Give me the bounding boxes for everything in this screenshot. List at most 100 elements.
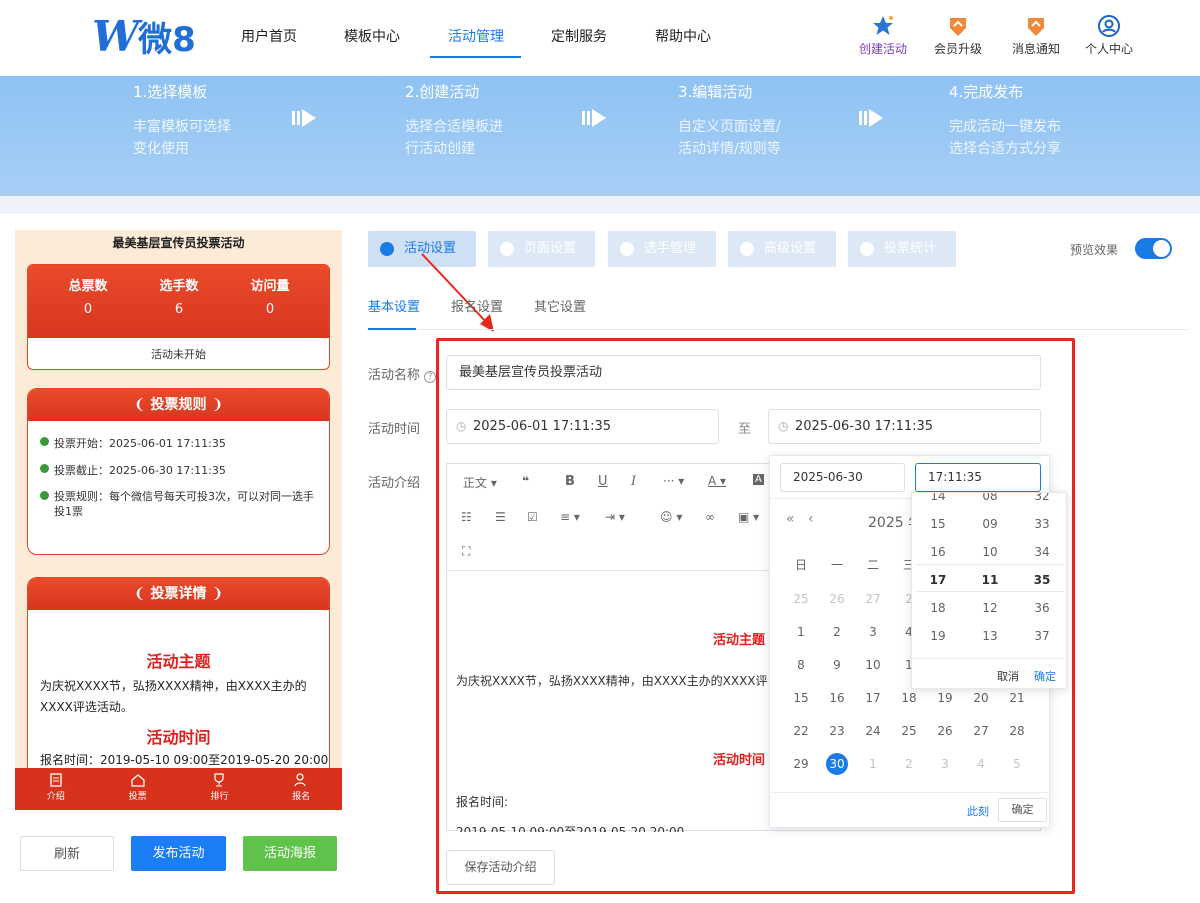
refresh-button[interactable]: 刷新 — [20, 836, 114, 871]
bell-badge-icon — [1028, 18, 1044, 36]
member-upgrade-button[interactable]: 会员升级 — [923, 14, 993, 57]
tab-label: 投票 — [128, 792, 147, 802]
preview-title: 最美基层宣传员投票活动 — [112, 236, 245, 250]
nav-active-indicator — [430, 56, 521, 58]
rules-title: ❨ 投票规则 ❩ — [28, 389, 329, 421]
stat-value: 0 — [83, 302, 93, 317]
create-activity-label: 创建活动 — [858, 42, 907, 56]
nav-home[interactable]: 用户首页 — [241, 26, 297, 46]
heart-icon — [380, 242, 394, 256]
detail-heading: 活动主题 — [146, 652, 211, 671]
details-card: ❨ 投票详情 ❩ 活动主题 为庆祝XXXX节，弘扬XXXX精神，由XXXX主办的… — [27, 577, 330, 777]
subtab-active-indicator — [368, 328, 416, 330]
help-icon[interactable]: ? — [424, 371, 437, 383]
subtab-divider — [368, 329, 1188, 330]
step-title: 4.完成发布 — [949, 83, 1024, 101]
tab-label: 排行 — [210, 792, 229, 802]
rule-text: 投票开始：2025-06-01 17:11:35 — [54, 437, 226, 450]
stat-value: 0 — [265, 302, 275, 317]
tab-label: 投票统计 — [884, 241, 937, 256]
brand-logo[interactable]: W 微8 — [92, 11, 196, 61]
step-title: 2.创建活动 — [405, 83, 480, 101]
tab-label: 页面设置 — [524, 241, 577, 256]
publish-activity-button[interactable]: 发布活动 — [131, 836, 226, 871]
tab-vote[interactable]: 投票 — [97, 768, 179, 810]
upgrade-badge-icon — [950, 18, 966, 36]
preview-tabbar: 介绍 投票 排行 报名 — [15, 768, 342, 810]
create-activity-button[interactable]: 创建活动 — [848, 14, 918, 57]
notifications-button[interactable]: 消息通知 — [1001, 14, 1071, 57]
subtab-other[interactable]: 其它设置 — [534, 296, 586, 315]
nav-custom-service[interactable]: 定制服务 — [551, 26, 607, 46]
rule-item: 投票开始：2025-06-01 17:11:35 — [40, 435, 320, 451]
highlight-frame — [436, 338, 1075, 894]
step-1: 1.选择模板 丰富模板可选择 变化使用 — [133, 81, 231, 160]
personal-center-button[interactable]: 个人中心 — [1074, 14, 1144, 57]
tab-advanced-settings[interactable]: 高级设置 — [728, 231, 836, 267]
tab-contestant-management[interactable]: 选手管理 — [608, 231, 716, 267]
rule-text: 投票截止：2025-06-30 17:11:35 — [54, 464, 226, 477]
laurel-left-icon: ❨ — [133, 397, 151, 413]
step-desc-line: 活动详情/规则等 — [678, 141, 781, 157]
laurel-right-icon: ❩ — [206, 586, 224, 602]
section-divider — [0, 196, 1200, 214]
step-desc-line: 选择合适方式分享 — [949, 141, 1061, 157]
step-desc-line: 完成活动一键发布 — [949, 119, 1061, 135]
preview-toggle[interactable] — [1135, 238, 1172, 259]
home-icon — [130, 774, 145, 787]
logo-text: 微8 — [138, 19, 196, 60]
arrow-right-icon — [582, 109, 606, 127]
nav-activity-management[interactable]: 活动管理 — [448, 26, 504, 46]
detail-heading: 活动时间 — [146, 728, 211, 747]
tab-label: 介绍 — [46, 792, 65, 802]
step-4: 4.完成发布 完成活动一键发布 选择合适方式分享 — [949, 81, 1061, 160]
laurel-right-icon: ❩ — [206, 397, 224, 413]
stat-label: 总票数 — [68, 279, 108, 294]
stat-visits: 访问量 0 — [225, 275, 315, 317]
details-title: ❨ 投票详情 ❩ — [28, 578, 329, 610]
step-2: 2.创建活动 选择合适模板进 行活动创建 — [405, 81, 503, 160]
bullet-icon — [40, 464, 49, 473]
step-desc-line: 丰富模板可选择 — [133, 119, 231, 135]
tab-label: 高级设置 — [764, 241, 817, 256]
activity-name-label: 活动名称 ? — [368, 364, 437, 383]
notifications-label: 消息通知 — [1011, 42, 1060, 56]
activity-poster-button[interactable]: 活动海报 — [243, 836, 337, 871]
activity-status: 活动未开始 — [151, 348, 206, 361]
preview-effect-label: 预览效果 — [1070, 243, 1119, 257]
stat-label: 访问量 — [250, 279, 290, 294]
tab-register[interactable]: 报名 — [260, 768, 342, 810]
toggle-knob — [1153, 240, 1170, 257]
user-add-icon — [294, 773, 306, 787]
step-desc-line: 变化使用 — [133, 141, 189, 157]
rule-text: 投票规则：每个微信号每天可投3次，可以对同一选手投1票 — [54, 490, 314, 518]
subtab-basic[interactable]: 基本设置 — [368, 296, 420, 315]
tab-vote-statistics[interactable]: 投票统计 — [848, 231, 956, 267]
details-title-text: 投票详情 — [150, 586, 207, 602]
rules-title-text: 投票规则 — [150, 397, 207, 413]
tab-label: 报名 — [292, 792, 311, 802]
chart-icon — [860, 242, 874, 256]
steps-banner: 1.选择模板 丰富模板可选择 变化使用 2.创建活动 选择合适模板进 行活动创建… — [0, 76, 1200, 196]
tab-intro[interactable]: 介绍 — [15, 768, 97, 810]
subtab-registration[interactable]: 报名设置 — [451, 296, 503, 315]
logo-w-mark: W — [92, 11, 139, 61]
nav-templates[interactable]: 模板中心 — [344, 26, 400, 46]
arrow-right-icon — [859, 109, 883, 127]
tab-ranking[interactable]: 排行 — [179, 768, 261, 810]
step-desc-line: 选择合适模板进 — [405, 119, 503, 135]
activity-time-label: 活动时间 — [368, 422, 421, 437]
rules-card: ❨ 投票规则 ❩ 投票开始：2025-06-01 17:11:35 投票截止：2… — [27, 388, 330, 555]
tab-page-settings[interactable]: 页面设置 — [488, 231, 595, 267]
top-header: W 微8 用户首页 模板中心 活动管理 定制服务 帮助中心 创建活动 会员升级 … — [0, 0, 1200, 76]
tab-label: 选手管理 — [644, 241, 697, 256]
step-desc-line: 行活动创建 — [405, 141, 475, 157]
bullet-icon — [40, 491, 49, 500]
nav-help-center[interactable]: 帮助中心 — [655, 26, 711, 46]
mobile-preview: 最美基层宣传员投票活动 总票数 0 选手数 6 访问量 0 活动未开始 ❨ 投票… — [15, 230, 342, 810]
step-desc-line: 自定义页面设置/ — [678, 119, 781, 135]
settings-icon — [740, 242, 754, 256]
bullet-icon — [40, 437, 49, 446]
user-icon — [620, 242, 634, 256]
step-title: 3.编辑活动 — [678, 83, 753, 101]
